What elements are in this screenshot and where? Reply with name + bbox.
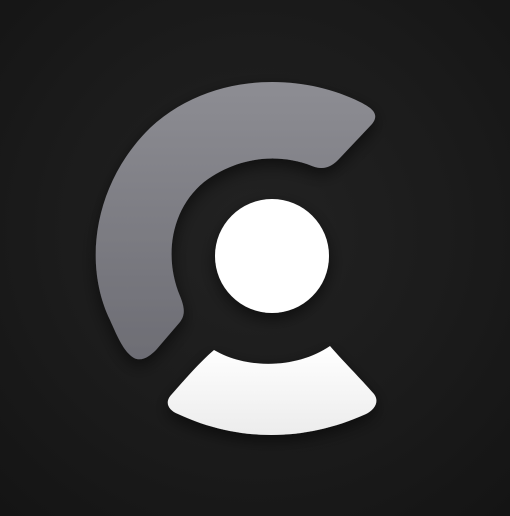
head-circle: [215, 199, 329, 313]
logo-mark: [95, 82, 377, 435]
app-icon: [0, 0, 510, 516]
body-shape: [167, 346, 377, 435]
